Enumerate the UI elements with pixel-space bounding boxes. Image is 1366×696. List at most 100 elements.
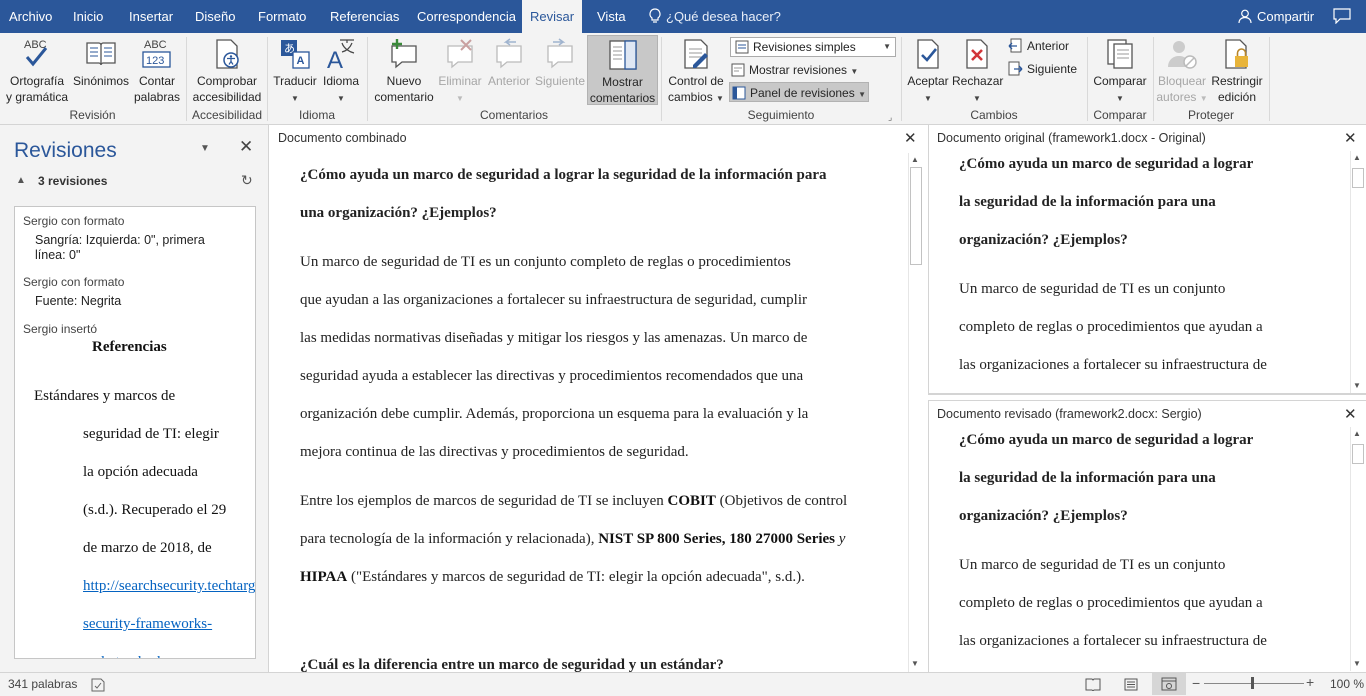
revision-author[interactable]: Sergio insertó bbox=[23, 322, 97, 336]
reviewing-pane-button[interactable]: Panel de revisiones ▼ bbox=[729, 82, 869, 102]
tab-vista[interactable]: Vista bbox=[597, 0, 626, 33]
check-accessibility-button[interactable]: Comprobar accesibilidad bbox=[190, 37, 264, 105]
track-changes-button[interactable]: Control de cambios ▼ bbox=[666, 37, 726, 107]
previous-comment-button[interactable]: Anterior bbox=[484, 37, 534, 89]
previous-comment-label: Anterior bbox=[487, 74, 531, 88]
word-count-button[interactable]: ABC 123 Contar palabras bbox=[132, 37, 182, 105]
refresh-icon[interactable]: ↻ bbox=[241, 172, 253, 189]
tab-inicio[interactable]: Inicio bbox=[73, 0, 103, 33]
reject-button[interactable]: Rechazar ▼ bbox=[952, 37, 1003, 107]
zoom-slider[interactable] bbox=[1204, 683, 1304, 684]
spellcheck-icon: ABC bbox=[24, 39, 48, 67]
markup-select[interactable]: Revisiones simples ▼ bbox=[730, 37, 896, 57]
block-authors-button[interactable]: Bloquear autores ▼ bbox=[1156, 37, 1208, 107]
text-run: ("Estándares y marcos de seguridad de TI… bbox=[347, 569, 805, 585]
show-markup-label: Mostrar revisiones bbox=[749, 63, 848, 77]
dialog-launcher-icon[interactable]: ⌟ bbox=[888, 112, 892, 123]
chevron-down-icon: ▼ bbox=[850, 67, 859, 76]
tab-correspondencia[interactable]: Correspondencia bbox=[417, 0, 516, 33]
revision-author[interactable]: Sergio con formato bbox=[23, 214, 124, 228]
tab-diseno[interactable]: Diseño bbox=[195, 0, 235, 33]
language-button[interactable]: A Idioma ▼ bbox=[319, 37, 363, 107]
show-markup-button[interactable]: Mostrar revisiones ▼ bbox=[731, 60, 858, 80]
block-authors-label-2: autores bbox=[1156, 90, 1197, 104]
read-mode-icon[interactable] bbox=[1085, 678, 1101, 691]
restrict-editing-button[interactable]: Restringir edición bbox=[1209, 37, 1265, 105]
show-comments-button[interactable]: Mostrar comentarios bbox=[587, 35, 658, 105]
tab-revisar[interactable]: Revisar bbox=[522, 0, 582, 33]
translate-icon: あA bbox=[281, 40, 310, 69]
zoom-level[interactable]: 100 % bbox=[1330, 677, 1364, 691]
next-change-label: Siguiente bbox=[1027, 62, 1078, 76]
translate-button[interactable]: あA Traducir ▼ bbox=[271, 37, 319, 107]
collapse-chevron-icon[interactable]: ▲ bbox=[16, 175, 26, 186]
proofing-icon[interactable] bbox=[90, 678, 106, 692]
inserted-text-line: la opción adecuada bbox=[83, 464, 198, 480]
tell-me-search[interactable]: ¿Qué desea hacer? bbox=[648, 0, 781, 33]
show-comments-icon bbox=[608, 40, 637, 70]
next-change-button[interactable]: Siguiente bbox=[1008, 59, 1077, 79]
pane-options-chevron-icon[interactable]: ▼ bbox=[200, 143, 210, 154]
doc-paragraph-line: mejora continua de las directivas y proc… bbox=[300, 444, 689, 460]
new-comment-button[interactable]: Nuevo comentario bbox=[372, 37, 436, 105]
scrollbar-thumb[interactable] bbox=[910, 167, 922, 265]
original-document-pane: Documento original (framework1.docx - Or… bbox=[928, 125, 1366, 395]
reference-link[interactable]: and-standards bbox=[83, 654, 166, 658]
accessibility-label-1: Comprobar bbox=[196, 74, 258, 88]
share-button[interactable]: Compartir bbox=[1238, 0, 1314, 33]
accept-button[interactable]: Aceptar ▼ bbox=[905, 37, 951, 107]
close-icon[interactable]: ✕ bbox=[1344, 129, 1357, 147]
tab-insertar[interactable]: Insertar bbox=[129, 0, 173, 33]
scroll-up-icon[interactable]: ▲ bbox=[1353, 153, 1361, 162]
revision-count: 3 revisiones bbox=[38, 174, 108, 188]
comments-icon[interactable] bbox=[1333, 8, 1351, 24]
doc-heading: una organización? ¿Ejemplos? bbox=[300, 205, 497, 221]
scrollbar-thumb[interactable] bbox=[1352, 168, 1364, 188]
close-icon[interactable]: ✕ bbox=[904, 129, 917, 147]
tab-archivo[interactable]: Archivo bbox=[9, 0, 52, 33]
wordcount-label-1: Contar bbox=[138, 74, 176, 88]
vertical-scrollbar[interactable]: ▲ ▼ bbox=[1350, 427, 1365, 671]
inserted-heading: Referencias bbox=[92, 339, 167, 355]
close-icon[interactable]: ✕ bbox=[239, 137, 253, 157]
previous-change-label: Anterior bbox=[1027, 39, 1070, 53]
close-icon[interactable]: ✕ bbox=[1344, 405, 1357, 423]
doc-heading: la seguridad de la información para una bbox=[959, 470, 1216, 486]
revision-detail-line: línea: 0" bbox=[35, 248, 81, 262]
spelling-grammar-button[interactable]: ABC Ortografía y gramática bbox=[4, 37, 70, 105]
compare-button[interactable]: Comparar ▼ bbox=[1091, 37, 1149, 107]
word-count-status[interactable]: 341 palabras bbox=[8, 677, 77, 691]
tab-formato[interactable]: Formato bbox=[258, 0, 306, 33]
vertical-scrollbar[interactable]: ▲ ▼ bbox=[1350, 151, 1365, 393]
reference-link[interactable]: security-frameworks- bbox=[83, 616, 212, 633]
chevron-down-icon: ▼ bbox=[456, 94, 464, 103]
next-comment-label: Siguiente bbox=[534, 74, 586, 88]
scrollbar-thumb[interactable] bbox=[1352, 444, 1364, 464]
scroll-up-icon[interactable]: ▲ bbox=[1353, 429, 1361, 438]
vertical-scrollbar[interactable]: ▲ ▼ bbox=[908, 153, 923, 672]
zoom-in-icon[interactable]: + bbox=[1306, 674, 1314, 690]
inserted-text-line: Estándares y marcos de bbox=[34, 388, 176, 404]
chevron-down-icon: ▼ bbox=[858, 90, 866, 99]
scroll-up-icon[interactable]: ▲ bbox=[911, 155, 919, 164]
scroll-down-icon[interactable]: ▼ bbox=[1353, 381, 1361, 390]
revisions-pane-title: Revisiones bbox=[14, 139, 117, 162]
reference-link[interactable]: http://searchsecurity.techtarget.com/ bbox=[83, 578, 255, 595]
delete-comment-button[interactable]: Eliminar ▼ bbox=[437, 37, 483, 107]
revision-detail: Sangría: Izquierda: 0", primera línea: 0… bbox=[35, 233, 205, 263]
print-layout-icon[interactable] bbox=[1124, 678, 1138, 691]
zoom-out-icon[interactable]: − bbox=[1192, 675, 1200, 691]
text-run: para tecnología de la información y rela… bbox=[300, 531, 599, 547]
previous-change-button[interactable]: Anterior bbox=[1008, 36, 1069, 56]
zoom-slider-thumb[interactable] bbox=[1251, 677, 1254, 689]
next-comment-button[interactable]: Siguiente bbox=[534, 37, 586, 89]
tab-referencias[interactable]: Referencias bbox=[330, 0, 399, 33]
scroll-down-icon[interactable]: ▼ bbox=[911, 659, 919, 668]
new-comment-icon bbox=[391, 39, 417, 69]
web-layout-button[interactable] bbox=[1152, 673, 1186, 695]
group-label-language: Idioma bbox=[298, 108, 336, 122]
thesaurus-button[interactable]: Sinónimos bbox=[71, 37, 131, 89]
track-changes-label-2: cambios bbox=[668, 90, 713, 104]
scroll-down-icon[interactable]: ▼ bbox=[1353, 659, 1361, 668]
revision-author[interactable]: Sergio con formato bbox=[23, 275, 124, 289]
